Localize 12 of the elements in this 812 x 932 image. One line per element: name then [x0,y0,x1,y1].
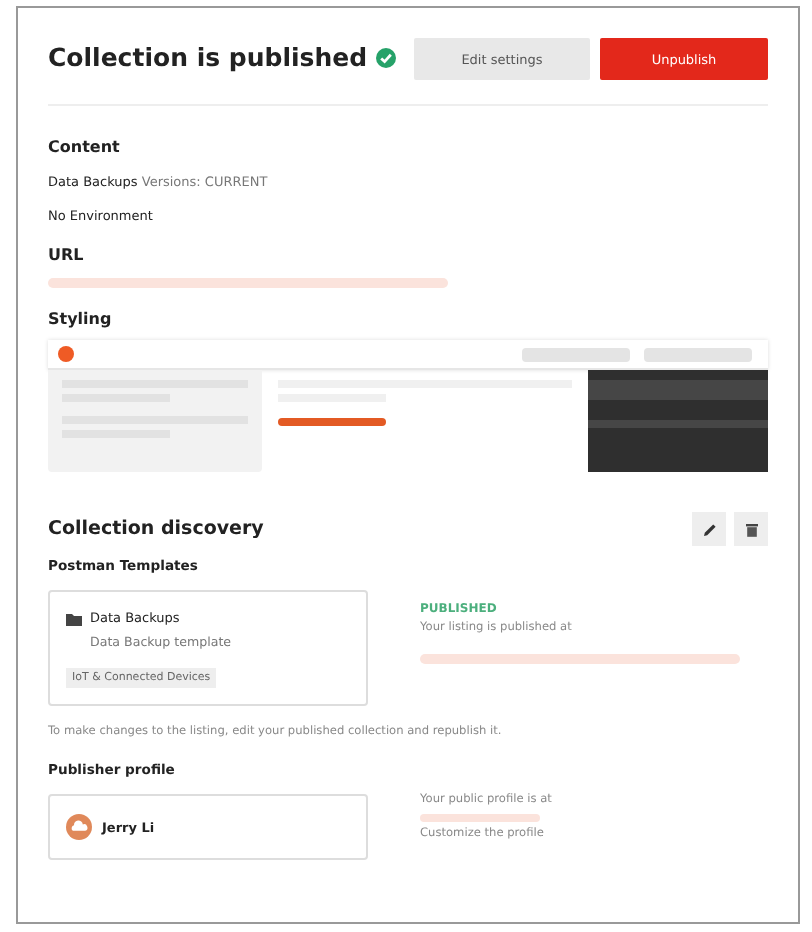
delete-button[interactable] [734,512,768,546]
pencil-icon [701,521,717,537]
section-heading: Styling [48,310,114,328]
edit-button[interactable] [692,512,726,546]
redacted-link-bar [420,814,540,822]
folder-icon [66,611,82,625]
section-heading: URL [48,246,86,264]
avatar-icon [66,814,92,840]
section-heading: Content [48,138,122,156]
trash-icon [743,521,759,537]
section-heading: Collection discovery [48,518,264,540]
page-title: Collection is published [48,42,368,72]
